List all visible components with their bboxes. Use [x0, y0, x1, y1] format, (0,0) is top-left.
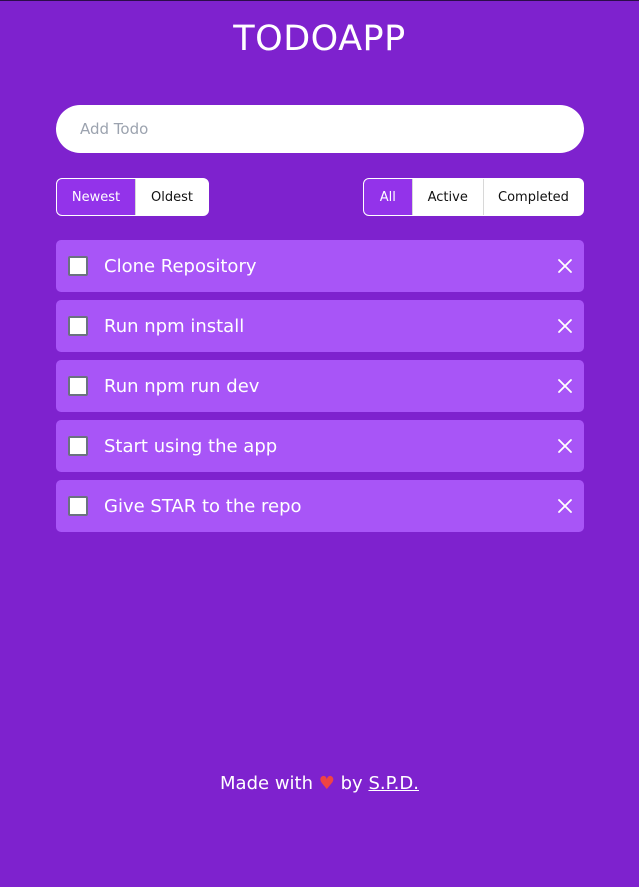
todo-checkbox[interactable]: [68, 496, 88, 516]
todo-checkbox[interactable]: [68, 436, 88, 456]
footer-by: by: [340, 773, 363, 794]
filter-active-button[interactable]: Active: [411, 179, 483, 215]
todo-text: Run npm install: [104, 315, 245, 337]
close-icon[interactable]: [556, 257, 574, 275]
todo-item: Run npm run dev: [56, 360, 584, 412]
filter-toggle: All Active Completed: [363, 178, 584, 216]
todo-checkbox[interactable]: [68, 256, 88, 276]
todo-text: Clone Repository: [104, 255, 257, 277]
filter-all-button[interactable]: All: [364, 179, 412, 215]
todo-item: Start using the app: [56, 420, 584, 472]
todo-text: Give STAR to the repo: [104, 495, 302, 517]
filter-completed-button[interactable]: Completed: [482, 179, 583, 215]
close-icon[interactable]: [556, 437, 574, 455]
close-icon[interactable]: [556, 497, 574, 515]
todo-list: Clone Repository Run npm install Run npm…: [56, 240, 584, 540]
close-icon[interactable]: [556, 317, 574, 335]
todo-item: Give STAR to the repo: [56, 480, 584, 532]
sort-oldest-button[interactable]: Oldest: [134, 179, 208, 215]
sort-toggle: Newest Oldest: [56, 178, 209, 216]
close-icon[interactable]: [556, 377, 574, 395]
todo-checkbox[interactable]: [68, 316, 88, 336]
footer: Made with ♥ by S.P.D.: [0, 773, 639, 794]
heart-icon: ♥: [318, 773, 335, 794]
sort-newest-button[interactable]: Newest: [57, 179, 135, 215]
app-title: TODOAPP: [233, 19, 406, 59]
todo-text: Run npm run dev: [104, 375, 260, 397]
add-todo-input[interactable]: [56, 105, 584, 153]
todo-text: Start using the app: [104, 435, 278, 457]
author-link[interactable]: S.P.D.: [368, 773, 419, 794]
todo-item: Run npm install: [56, 300, 584, 352]
todo-checkbox[interactable]: [68, 376, 88, 396]
footer-prefix: Made with: [220, 773, 314, 794]
todo-item: Clone Repository: [56, 240, 584, 292]
